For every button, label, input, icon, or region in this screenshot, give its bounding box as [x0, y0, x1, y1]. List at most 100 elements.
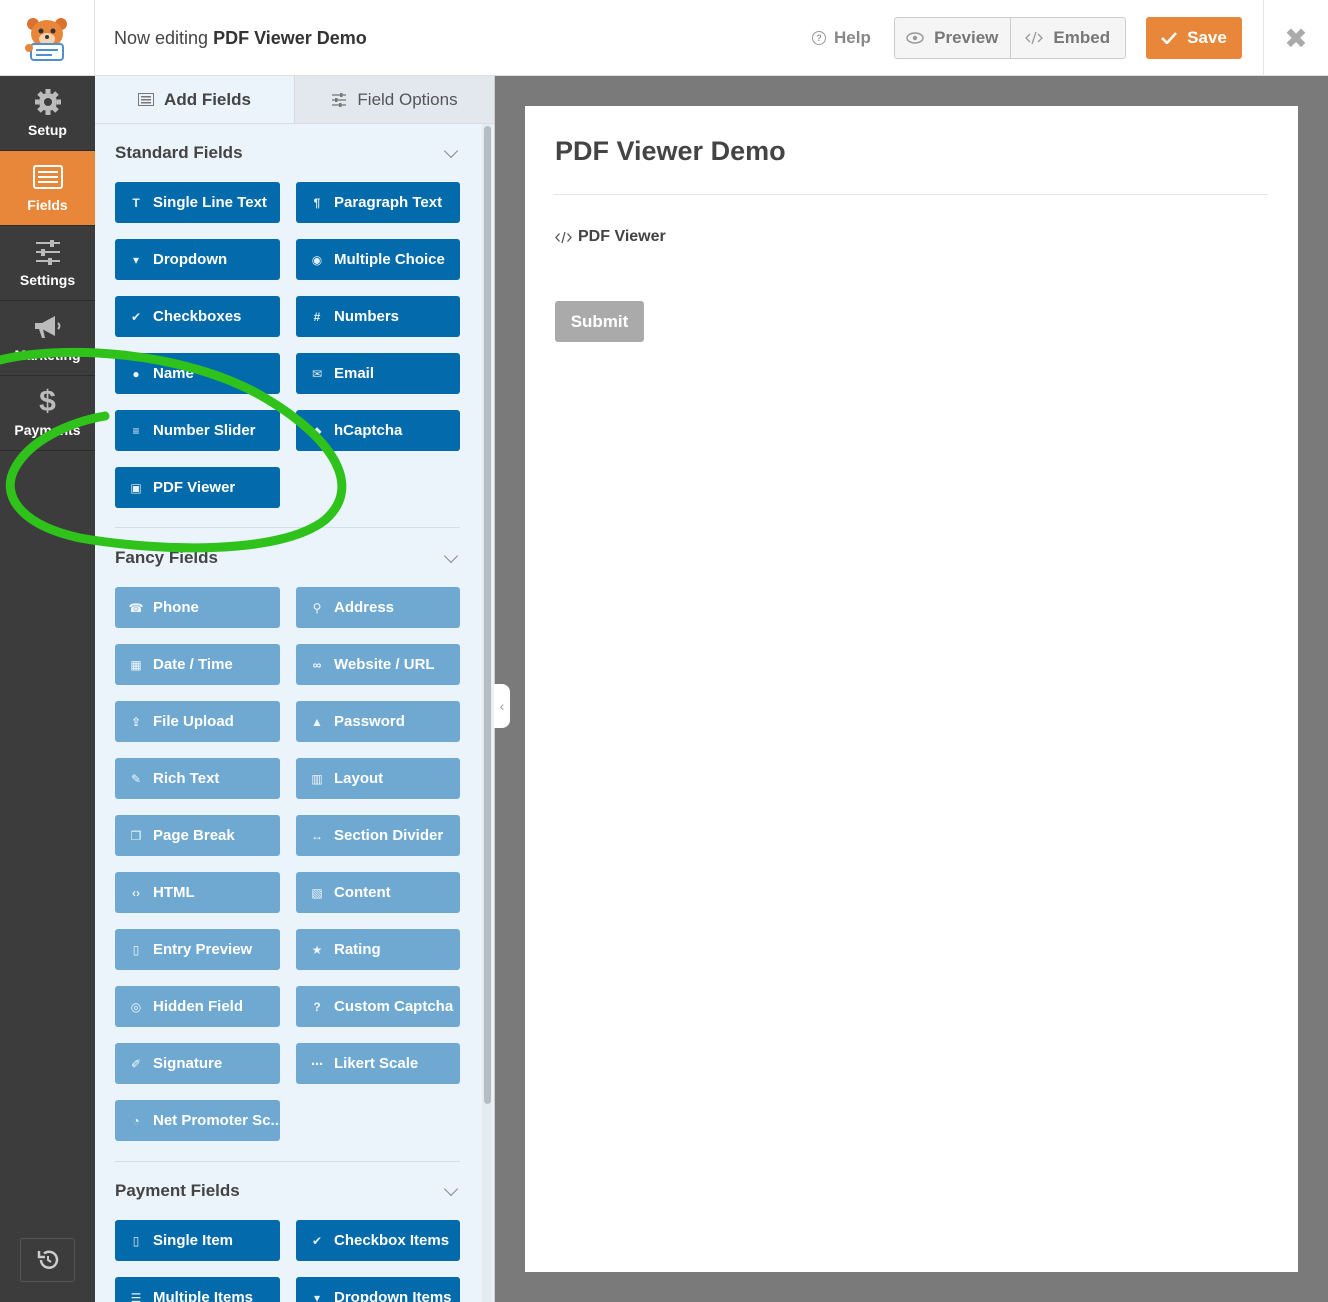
- field-button-net-promoter-sc[interactable]: ◔ Net Promoter Sc...: [115, 1100, 280, 1141]
- field-button-label: File Upload: [153, 713, 234, 730]
- field-button-label: Single Item: [153, 1232, 234, 1249]
- field-button-html[interactable]: ‹› HTML: [115, 872, 280, 913]
- field-button-name[interactable]: ● Name: [115, 353, 280, 394]
- field-button-website-url[interactable]: ∞ Website / URL: [296, 644, 460, 685]
- standard-fields-section: Standard Fields T Single Line Text ¶ Paragr…: [115, 141, 460, 508]
- phone-icon: ☎: [128, 600, 144, 615]
- field-button-page-break[interactable]: ❐ Page Break: [115, 815, 280, 856]
- radio-icon: ◉: [311, 252, 323, 267]
- revisions-button[interactable]: [20, 1238, 75, 1282]
- fancy-fields-header[interactable]: Fancy Fields: [115, 546, 460, 570]
- field-button-checkboxes[interactable]: ✔ Checkboxes: [115, 296, 280, 337]
- code-icon: ‹›: [132, 885, 140, 900]
- field-button-address[interactable]: ⚲ Address: [296, 587, 460, 628]
- field-button-label: PDF Viewer: [153, 479, 236, 496]
- field-button-label: Dropdown Items: [334, 1289, 452, 1302]
- collapse-panel-toggle[interactable]: ‹: [494, 684, 510, 728]
- sidebar-item-label: Settings: [19, 272, 76, 288]
- field-button-rating[interactable]: ★ Rating: [296, 929, 460, 970]
- field-button-email[interactable]: ✉ Email: [296, 353, 460, 394]
- field-button-hidden-field[interactable]: ◎ Hidden Field: [115, 986, 280, 1027]
- field-button-section-divider[interactable]: ↔ Section Divider: [296, 815, 460, 856]
- image-icon: ▧: [311, 885, 323, 900]
- pencil-icon: ✐: [130, 1056, 142, 1071]
- sidebar-item-payments[interactable]: $ Payments: [0, 376, 95, 451]
- tab-field-options[interactable]: Field Options: [294, 76, 494, 123]
- field-button-label: Phone: [153, 599, 199, 616]
- sidebar-item-fields[interactable]: Fields: [0, 151, 95, 226]
- field-button-single-line-text[interactable]: T Single Line Text: [115, 182, 280, 223]
- sidebar-item-setup[interactable]: Setup: [0, 76, 95, 151]
- field-button-label: Entry Preview: [153, 941, 253, 958]
- question-circle-icon: ?: [812, 31, 826, 45]
- field-button-content[interactable]: ▧ Content: [296, 872, 460, 913]
- code-icon: [1025, 31, 1044, 45]
- field-button-label: Dropdown: [153, 251, 228, 268]
- eye-icon: [906, 32, 924, 44]
- field-button-signature[interactable]: ✐ Signature: [115, 1043, 280, 1084]
- field-button-number-slider[interactable]: ≡ Number Slider: [115, 410, 280, 451]
- checkbox-icon: ✔: [130, 309, 142, 324]
- sidebar-item-label: Payments: [14, 422, 81, 438]
- field-button-label: Number Slider: [153, 422, 256, 439]
- field-button-entry-preview[interactable]: ▯ Entry Preview: [115, 929, 280, 970]
- hash-icon: #: [313, 309, 321, 324]
- field-button-hcaptcha[interactable]: ◆ hCaptcha: [296, 410, 460, 451]
- embed-button[interactable]: Embed: [1009, 18, 1126, 58]
- field-button-label: Address: [334, 599, 395, 616]
- tab-label: Field Options: [357, 89, 458, 109]
- help-button[interactable]: ? Help: [812, 28, 871, 48]
- payment-fields-header[interactable]: Payment Fields: [115, 1179, 460, 1203]
- dollar-icon: $: [39, 385, 56, 418]
- star-icon: ★: [311, 942, 323, 957]
- field-button-password[interactable]: ▲ Password: [296, 701, 460, 742]
- panel-scrollbar-thumb[interactable]: [484, 126, 491, 1104]
- submit-button[interactable]: Submit: [555, 301, 644, 342]
- field-button-file-upload[interactable]: ⇪ File Upload: [115, 701, 280, 742]
- field-button-label: Numbers: [334, 308, 400, 325]
- tab-add-fields[interactable]: Add Fields: [95, 76, 294, 123]
- field-button-single-item[interactable]: ▯ Single Item: [115, 1220, 280, 1261]
- calendar-icon: ▦: [130, 657, 142, 672]
- standard-fields-grid: T Single Line Text ¶ Paragraph Text ▾ Dropdow…: [115, 182, 460, 508]
- field-button-label: Multiple Items: [153, 1289, 254, 1302]
- field-button-label: HTML: [153, 884, 195, 901]
- edit-icon: ✎: [130, 771, 142, 786]
- megaphone-icon: [33, 313, 63, 341]
- close-button[interactable]: ✖: [1263, 0, 1328, 76]
- panel-tabs: Add Fields Field Options: [95, 76, 494, 124]
- list-icon: ☰: [130, 1290, 142, 1302]
- chevron-down-icon: [443, 548, 459, 563]
- standard-fields-header[interactable]: Standard Fields: [115, 141, 460, 165]
- field-button-pdf-viewer[interactable]: ▣ PDF Viewer: [115, 467, 280, 508]
- eye-slash-icon: ◎: [130, 999, 142, 1014]
- field-button-multiple-choice[interactable]: ◉ Multiple Choice: [296, 239, 460, 280]
- section-title: Fancy Fields: [115, 548, 218, 567]
- field-button-custom-captcha[interactable]: ? Custom Captcha: [296, 986, 460, 1027]
- preview-embed-group: Preview Embed: [894, 17, 1126, 59]
- field-button-likert-scale[interactable]: ⋯ Likert Scale: [296, 1043, 460, 1084]
- section-title: Payment Fields: [115, 1181, 240, 1200]
- field-button-paragraph-text[interactable]: ¶ Paragraph Text: [296, 182, 460, 223]
- field-button-label: hCaptcha: [334, 422, 403, 439]
- field-button-dropdown[interactable]: ▾ Dropdown: [115, 239, 280, 280]
- preview-label: Preview: [934, 28, 999, 47]
- field-label: PDF Viewer: [578, 228, 666, 245]
- field-button-multiple-items[interactable]: ☰ Multiple Items: [115, 1277, 280, 1302]
- wpforms-logo[interactable]: [0, 0, 95, 76]
- form-name: PDF Viewer Demo: [213, 28, 367, 48]
- field-button-layout[interactable]: ▥ Layout: [296, 758, 460, 799]
- sidebar-item-settings[interactable]: Settings: [0, 226, 95, 301]
- field-button-checkbox-items[interactable]: ✔ Checkbox Items: [296, 1220, 460, 1261]
- pdf-viewer-field[interactable]: PDF Viewer: [555, 228, 666, 246]
- sidebar-item-marketing[interactable]: Marketing: [0, 301, 95, 376]
- user-icon: ●: [132, 366, 140, 381]
- field-button-rich-text[interactable]: ✎ Rich Text: [115, 758, 280, 799]
- field-button-numbers[interactable]: # Numbers: [296, 296, 460, 337]
- save-button[interactable]: Save: [1146, 17, 1242, 59]
- field-button-date-time[interactable]: ▦ Date / Time: [115, 644, 280, 685]
- field-button-dropdown-items[interactable]: ▾ Dropdown Items: [296, 1277, 460, 1302]
- field-button-phone[interactable]: ☎ Phone: [115, 587, 280, 628]
- preview-button[interactable]: Preview: [895, 18, 1010, 58]
- columns-icon: ▥: [311, 771, 323, 786]
